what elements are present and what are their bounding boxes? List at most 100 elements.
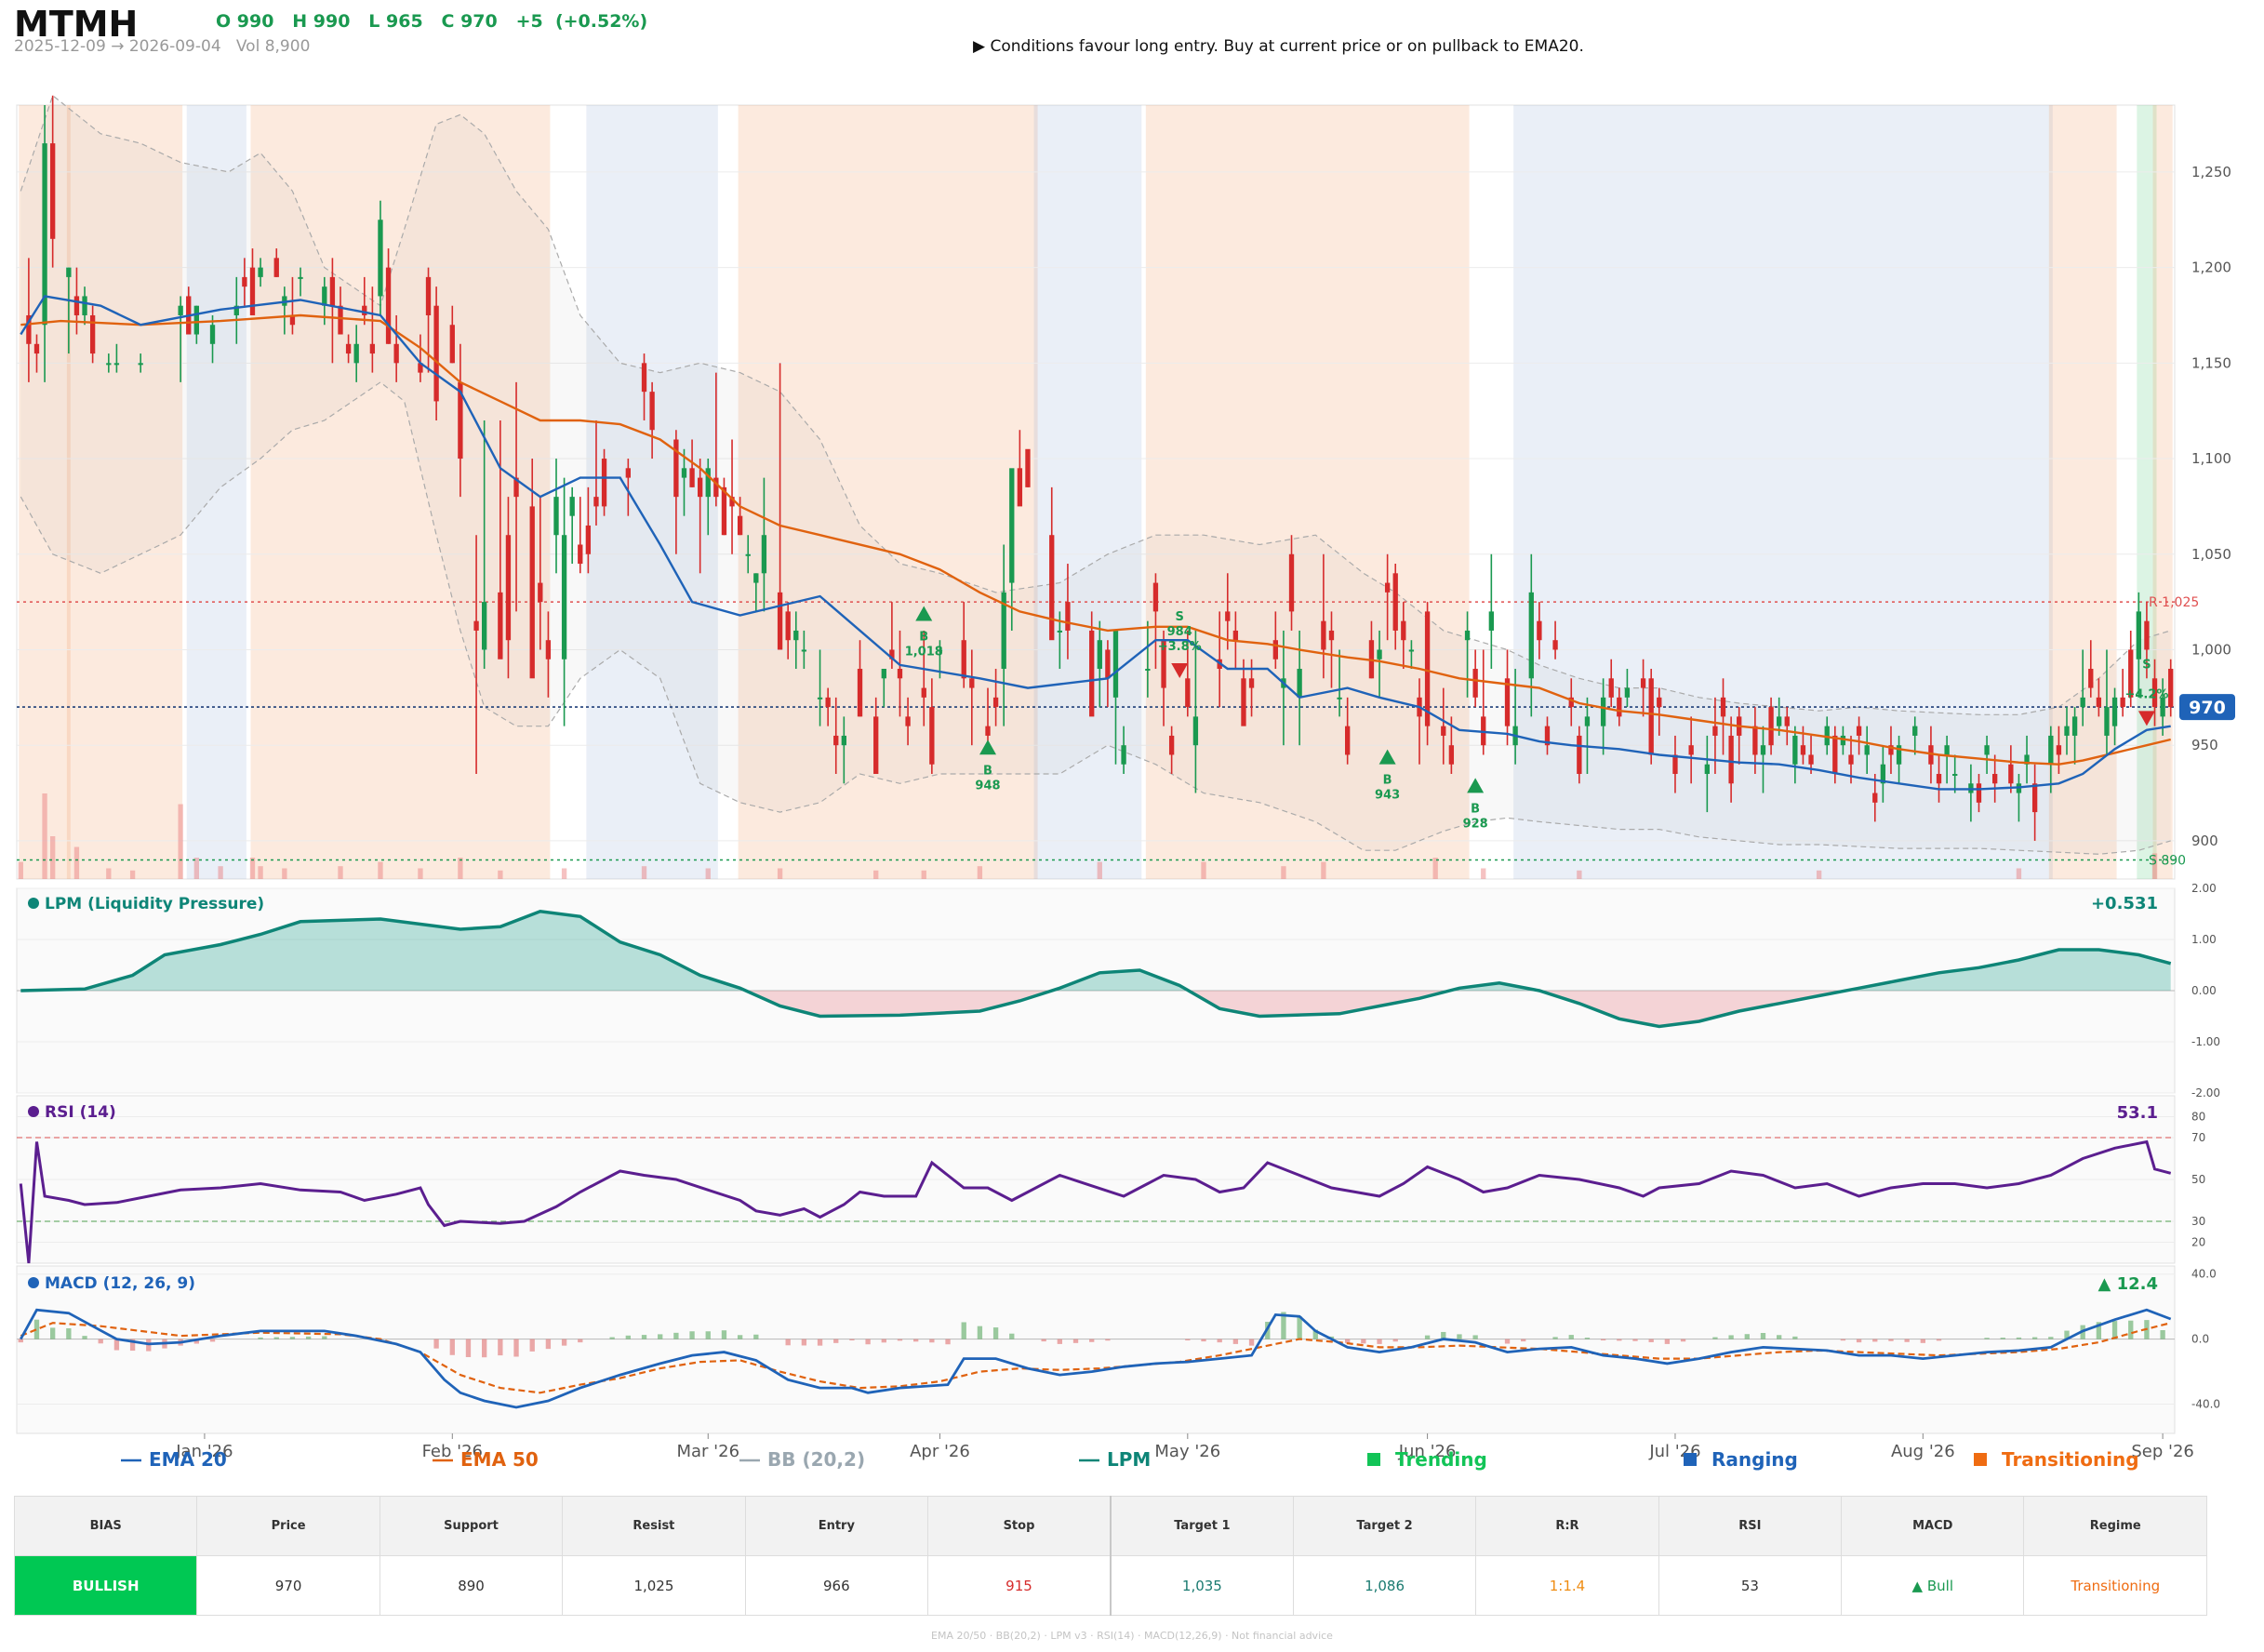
macd-histogram-bar <box>449 1339 455 1355</box>
macd-histogram-bar <box>673 1332 679 1339</box>
macd-histogram-bar <box>2000 1338 2005 1339</box>
chart-canvas[interactable]: 1,250 1,200 1,150 1,100 1,050 1,000 950 900 R 1,… <box>0 0 2264 1488</box>
candle-body <box>353 343 359 364</box>
candle-body <box>2056 745 2062 755</box>
volume-bar <box>561 868 567 879</box>
candle-body <box>82 296 87 315</box>
macd-histogram-bar <box>785 1339 791 1346</box>
candle-body <box>258 267 263 277</box>
value-macd: ▲ Bull <box>1841 1555 2025 1616</box>
header-resist: Resist <box>562 1496 746 1556</box>
lpm-tick-label: -2.00 <box>2191 1086 2220 1099</box>
candle-body <box>1225 611 1231 621</box>
volume-bar <box>1481 868 1486 879</box>
volume-bar <box>1432 858 1438 879</box>
value-target-2: 1,086 <box>1292 1555 1477 1616</box>
candle-body <box>1009 468 1015 583</box>
legend-swatch-trending <box>1367 1453 1380 1466</box>
candle-body <box>2168 669 2174 708</box>
macd-histogram-bar <box>1760 1333 1766 1339</box>
candle-body <box>66 267 72 277</box>
price-tick-label: 1,050 <box>2191 546 2231 563</box>
macd-histogram-bar <box>258 1337 263 1339</box>
candle-body <box>1065 602 1071 631</box>
macd-histogram-bar <box>1936 1339 1942 1341</box>
legend-label-ranging: Ranging <box>1711 1448 1798 1471</box>
candle-body <box>785 611 791 641</box>
candle-body <box>106 363 112 366</box>
candle-body <box>2096 697 2102 708</box>
macd-histogram-bar <box>18 1339 23 1343</box>
macd-histogram-bar <box>1552 1337 1558 1339</box>
candle-body <box>2144 620 2150 650</box>
value-rsi: 53 <box>1658 1555 1843 1616</box>
macd-histogram-bar <box>465 1339 472 1357</box>
volume-bar <box>193 858 199 879</box>
header-price: Price <box>196 1496 380 1556</box>
candle-body <box>1792 735 1798 765</box>
lpm-tick-label: 1.00 <box>2191 933 2217 946</box>
volume-bar <box>641 866 647 879</box>
rsi-title-dot <box>28 1106 39 1117</box>
macd-histogram-bar <box>705 1331 711 1339</box>
volume-bar <box>873 870 879 879</box>
rsi-tick-label: 80 <box>2191 1111 2205 1124</box>
x-axis-label: May '26 <box>1154 1442 1220 1461</box>
macd-histogram-bar <box>849 1339 855 1341</box>
macd-histogram-bar <box>1248 1339 1255 1346</box>
candle-body <box>905 716 911 726</box>
value-support: 890 <box>379 1555 564 1616</box>
support-label: S 890 <box>2149 853 2186 868</box>
candle-body <box>1121 745 1126 765</box>
macd-histogram-bar <box>1201 1339 1206 1342</box>
rsi-tick-label: 20 <box>2191 1236 2205 1249</box>
volume-bar <box>129 870 136 879</box>
macd-histogram-bar <box>1089 1339 1095 1342</box>
header-macd: MACD <box>1841 1496 2025 1556</box>
macd-histogram-bar <box>50 1327 56 1339</box>
macd-histogram-bar <box>1297 1316 1302 1339</box>
volume-bar <box>42 793 47 879</box>
price-tick-label: 1,000 <box>2191 641 2231 658</box>
macd-histogram-bar <box>2160 1330 2165 1339</box>
value-regime: Transitioning <box>2023 1555 2207 1616</box>
macd-histogram-bar <box>545 1339 552 1350</box>
macd-histogram-bar <box>561 1339 567 1346</box>
candle-body <box>1097 640 1102 670</box>
candle-body <box>921 687 926 698</box>
candle-body <box>1152 582 1159 612</box>
candle-body <box>50 143 56 239</box>
candle-body <box>1408 649 1415 652</box>
candle-body <box>1704 764 1710 775</box>
candle-body <box>1936 774 1942 784</box>
candle-body <box>705 468 711 498</box>
candle-body <box>1552 640 1558 650</box>
candle-body <box>2104 707 2110 736</box>
candle-body <box>113 363 120 366</box>
candle-body <box>961 640 966 679</box>
candle-body <box>2008 764 2014 784</box>
macd-histogram-bar <box>1648 1339 1654 1342</box>
candle-body <box>2088 669 2094 688</box>
candle-body <box>857 669 863 717</box>
macd-histogram-bar <box>98 1339 103 1344</box>
candle-body <box>745 553 751 556</box>
candle-body <box>1984 745 1990 755</box>
candle-body <box>73 296 80 315</box>
volume-bar <box>1321 861 1326 879</box>
candle-body <box>578 544 583 565</box>
candle-body <box>1952 774 1958 777</box>
sell-marker-note: +3.8% <box>1158 640 1202 654</box>
candle-body <box>992 697 999 708</box>
candle-body <box>1648 678 1654 755</box>
candle-body <box>89 314 96 354</box>
legend-label-ema20: EMA 20 <box>149 1448 227 1471</box>
x-axis-label: Aug '26 <box>1891 1442 1955 1461</box>
header-regime: Regime <box>2023 1496 2207 1556</box>
candle-body <box>1192 716 1199 746</box>
candle-body <box>298 276 303 279</box>
footer-note: EMA 20/50 · BB(20,2) · LPM v3 · RSI(14) … <box>931 1630 1333 1642</box>
candle-body <box>209 325 216 344</box>
lpm-last-value: +0.531 <box>2091 894 2158 913</box>
price-tick-label: 950 <box>2191 737 2218 753</box>
